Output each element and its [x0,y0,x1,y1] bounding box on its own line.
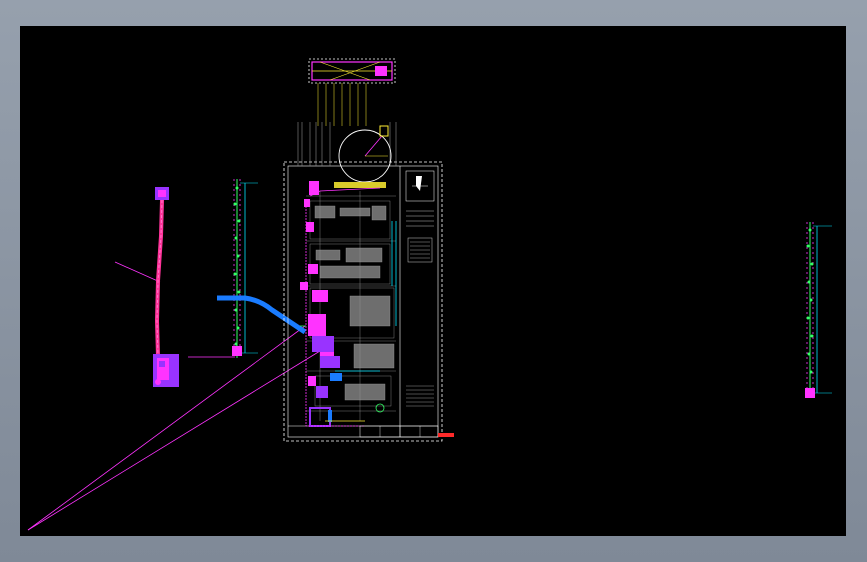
cad-drawing[interactable] [20,26,846,536]
right-elevation-strip[interactable] [805,222,832,398]
top-section-detail[interactable] [308,58,396,126]
left-elevation-strip[interactable] [232,179,258,358]
blue-pipe-route[interactable] [217,295,307,335]
pipe-profile-detail[interactable] [153,187,179,387]
title-block[interactable] [359,425,454,438]
legend-panel [405,170,435,407]
construction-lines [27,261,321,531]
drawing-canvas[interactable] [20,26,846,536]
cad-viewer-window [0,0,867,562]
main-plan-sheet[interactable] [283,122,454,442]
